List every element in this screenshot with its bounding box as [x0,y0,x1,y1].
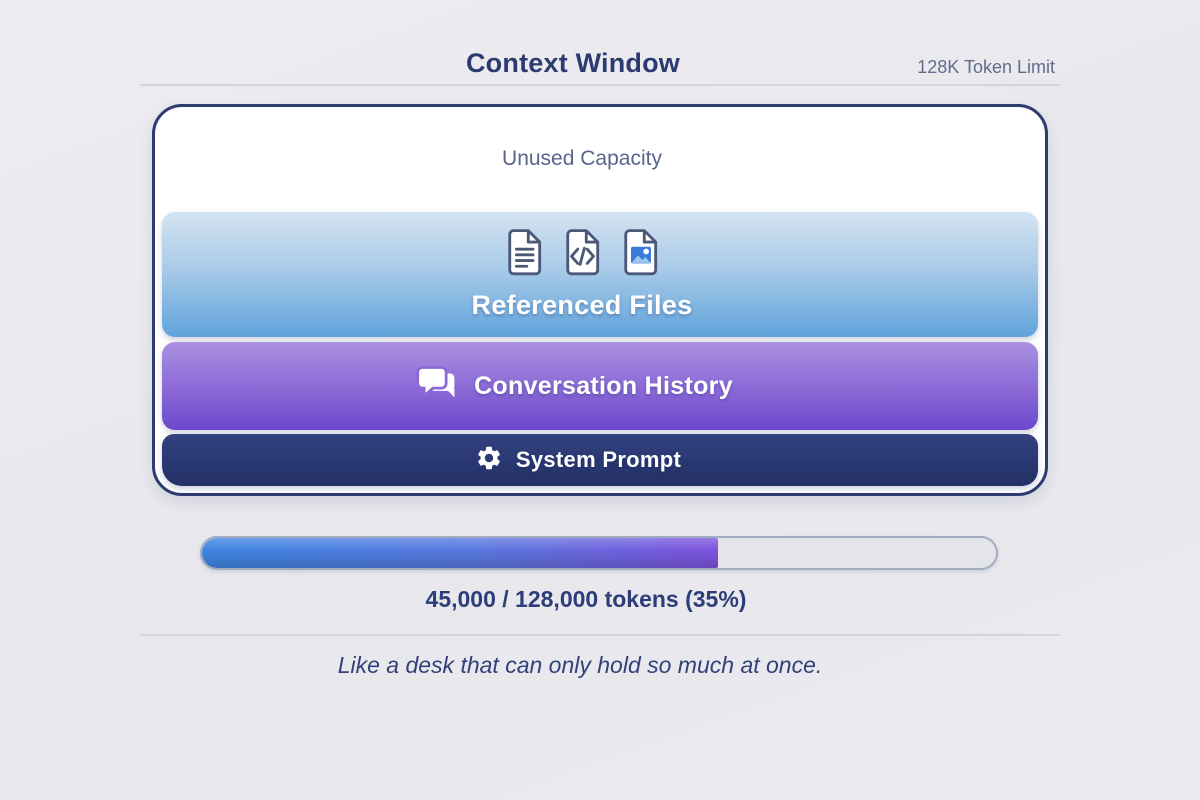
referenced-files-label: Referenced Files [472,290,693,321]
image-file-icon [621,228,659,281]
context-window-box: Unused Capacity [152,104,1048,496]
token-limit-label: 128K Token Limit [917,57,1055,78]
chat-bubbles-icon [415,365,459,407]
system-prompt-label: System Prompt [516,447,681,473]
document-file-icon [505,228,543,281]
code-file-icon [563,228,601,281]
progress-fill [202,538,718,568]
token-usage-progress-bar [200,536,998,570]
unused-capacity-label: Unused Capacity [137,147,1027,171]
conversation-history-label: Conversation History [474,372,733,401]
section-system-prompt: System Prompt [162,434,1038,486]
file-icons-row [505,228,659,281]
section-conversation-history: Conversation History [162,342,1038,430]
header-divider [140,84,1060,86]
tokens-usage-label: 45,000 / 128,000 tokens (35%) [0,586,1186,613]
section-referenced-files: Referenced Files [162,212,1038,337]
gear-icon [475,444,503,477]
caption-divider [140,634,1060,636]
context-window-diagram: Context Window 128K Token Limit Unused C… [0,0,1200,800]
caption-text: Like a desk that can only hold so much a… [0,652,1180,679]
